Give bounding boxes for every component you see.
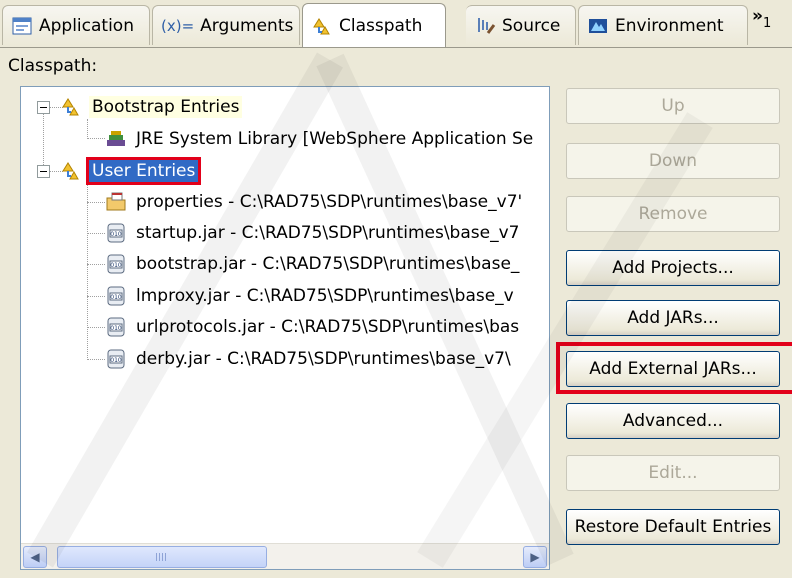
source-icon bbox=[474, 15, 496, 37]
tree-item-label: Bootstrap Entries bbox=[89, 96, 243, 118]
up-button[interactable]: Up bbox=[566, 88, 780, 124]
classpath-entries-icon bbox=[61, 160, 83, 182]
tab-label: Application bbox=[39, 15, 134, 36]
advanced-button[interactable]: Advanced... bbox=[566, 403, 780, 439]
tree-item-startup-jar[interactable]: 010 startup.jar - C:\RAD75\SDP\runtimes\… bbox=[105, 218, 522, 248]
tree-item-properties-folder[interactable]: properties - C:\RAD75\SDP\runtimes\base_… bbox=[105, 187, 525, 217]
svg-text:010: 010 bbox=[110, 294, 122, 301]
add-jars-button[interactable]: Add JARs... bbox=[566, 300, 780, 336]
tree-item-label: urlprotocols.jar - C:\RAD75\SDP\runtimes… bbox=[136, 317, 520, 337]
tree-item-label: bootstrap.jar - C:\RAD75\SDP\runtimes\ba… bbox=[136, 254, 520, 274]
tree-item-jre-system-library[interactable]: JRE System Library [WebSphere Applicatio… bbox=[105, 124, 536, 154]
tab-label: Environment bbox=[615, 15, 724, 36]
jar-file-icon: 010 bbox=[105, 316, 127, 338]
tree-item-label: startup.jar - C:\RAD75\SDP\runtimes\base… bbox=[136, 223, 520, 243]
tab-arguments[interactable]: (x)= Arguments bbox=[152, 5, 300, 45]
tab-source[interactable]: Source bbox=[466, 5, 576, 45]
svg-text:010: 010 bbox=[110, 325, 122, 332]
jar-file-icon: 010 bbox=[105, 348, 127, 370]
tree-item-label: lmproxy.jar - C:\RAD75\SDP\runtimes\base… bbox=[136, 286, 514, 306]
scroll-left-arrow-icon[interactable]: ◀ bbox=[23, 546, 47, 568]
svg-text:010: 010 bbox=[110, 262, 122, 269]
jar-file-icon: 010 bbox=[105, 222, 127, 244]
user-entries-collapse-toggle[interactable] bbox=[37, 165, 50, 178]
tree-item-bootstrap-entries[interactable]: Bootstrap Entries bbox=[61, 92, 243, 122]
classpath-entries-icon bbox=[61, 96, 83, 118]
add-external-jars-button[interactable]: Add External JARs... bbox=[566, 351, 780, 387]
jar-file-icon: 010 bbox=[105, 285, 127, 307]
application-icon bbox=[11, 15, 33, 37]
svg-text:010: 010 bbox=[110, 357, 122, 364]
tab-label: Arguments bbox=[200, 15, 294, 36]
grip-icon bbox=[156, 553, 168, 561]
restore-default-entries-button[interactable]: Restore Default Entries bbox=[566, 509, 780, 545]
tree-item-label: JRE System Library [WebSphere Applicatio… bbox=[136, 129, 534, 149]
add-projects-button[interactable]: Add Projects... bbox=[566, 250, 780, 286]
tree-item-bootstrap-jar[interactable]: 010 bootstrap.jar - C:\RAD75\SDP\runtime… bbox=[105, 249, 522, 279]
classpath-section-label: Classpath: bbox=[8, 56, 98, 76]
scrollbar-thumb[interactable] bbox=[57, 546, 267, 568]
tab-environment[interactable]: Environment bbox=[578, 5, 748, 45]
library-icon bbox=[105, 128, 127, 150]
folder-icon bbox=[105, 191, 127, 213]
remove-button[interactable]: Remove bbox=[566, 196, 780, 232]
launch-config-tabbar: Application (x)= Arguments Classpath Sou… bbox=[0, 0, 792, 52]
edit-button[interactable]: Edit... bbox=[566, 455, 780, 491]
tree-item-urlprotocols-jar[interactable]: 010 urlprotocols.jar - C:\RAD75\SDP\runt… bbox=[105, 312, 522, 342]
down-button[interactable]: Down bbox=[566, 143, 780, 179]
jar-file-icon: 010 bbox=[105, 253, 127, 275]
tree-item-label: derby.jar - C:\RAD75\SDP\runtimes\base_v… bbox=[136, 349, 511, 369]
tab-application[interactable]: Application bbox=[2, 5, 150, 45]
bootstrap-collapse-toggle[interactable] bbox=[37, 101, 50, 114]
tab-label: Classpath bbox=[339, 15, 423, 36]
tree-item-label-selected: User Entries bbox=[85, 157, 202, 185]
tab-label: Source bbox=[502, 15, 561, 36]
tab-classpath[interactable]: Classpath bbox=[302, 3, 446, 47]
classpath-tree[interactable]: Bootstrap Entries JRE System Library [We… bbox=[20, 86, 550, 570]
environment-icon bbox=[587, 15, 609, 37]
tree-item-derby-jar[interactable]: 010 derby.jar - C:\RAD75\SDP\runtimes\ba… bbox=[105, 344, 514, 374]
tree-horizontal-scrollbar[interactable]: ◀ ▶ bbox=[21, 543, 549, 569]
tree-item-user-entries[interactable]: User Entries bbox=[61, 156, 202, 186]
tab-divider bbox=[0, 47, 792, 48]
scroll-right-arrow-icon[interactable]: ▶ bbox=[523, 546, 547, 568]
tree-item-lmproxy-jar[interactable]: 010 lmproxy.jar - C:\RAD75\SDP\runtimes\… bbox=[105, 281, 517, 311]
svg-text:010: 010 bbox=[110, 231, 122, 238]
classpath-icon bbox=[311, 15, 333, 37]
arguments-icon: (x)= bbox=[161, 16, 195, 35]
more-tabs-chevron-icon[interactable]: »1 bbox=[752, 6, 771, 31]
tree-item-label: properties - C:\RAD75\SDP\runtimes\base_… bbox=[136, 192, 523, 212]
